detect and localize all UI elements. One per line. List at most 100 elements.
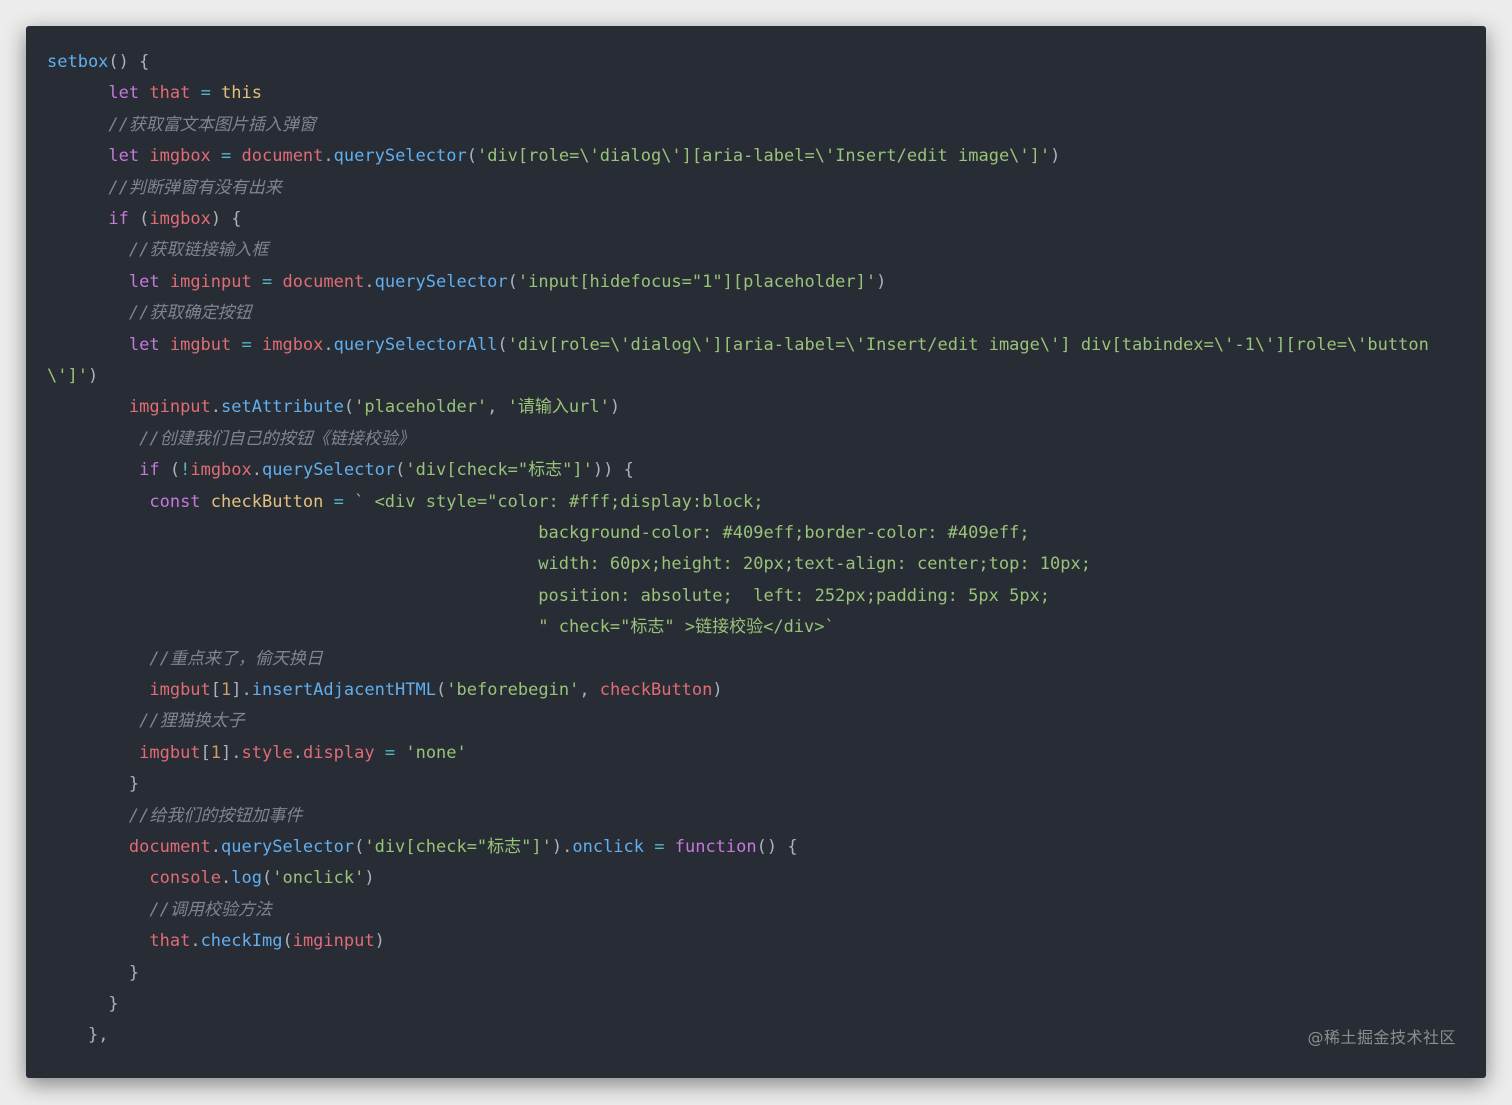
code-line: console.log('onclick'): [47, 863, 375, 894]
code-token-text: }: [128, 774, 140, 795]
code-token-keyword: function: [674, 837, 757, 857]
code-token-number: 1: [210, 742, 222, 763]
code-token-text: ): [609, 397, 621, 418]
code-token-text: (: [343, 397, 355, 418]
code-line: position: absolute; left: 252px;padding:…: [47, 581, 1050, 612]
code-token-comment: //获取链接输入框: [128, 240, 269, 261]
code-token-string: \']': [47, 366, 88, 386]
code-token-text: ): [364, 868, 375, 889]
code-token-text: (: [354, 837, 365, 857]
code-token-keyword: let: [108, 146, 150, 167]
code-token-variable: imgbox: [190, 460, 252, 481]
code-token-text: (: [436, 680, 447, 700]
code-line: //判断弹窗有没有出来: [47, 173, 281, 204]
code-token-variable: imgbut: [169, 334, 232, 355]
code-token-text: () {: [108, 52, 150, 72]
code-line: //狸猫换太子: [47, 706, 245, 737]
code-token-comment: //重点来了，偷天换日: [149, 648, 323, 669]
code-line: //重点来了，偷天换日: [47, 644, 323, 675]
code-token-function: checkImg: [200, 931, 283, 952]
code-line: }: [47, 769, 139, 800]
code-token-variable: document: [282, 271, 365, 292]
code-token-keyword: let: [108, 83, 150, 104]
code-token-function: querySelector: [221, 837, 355, 857]
watermark-label: @稀土掘金技术社区: [1307, 1028, 1456, 1047]
code-token-text: (: [128, 209, 150, 229]
code-token-string: 'div[role=\'dialog\'][aria-label=\'Inser…: [476, 146, 1051, 167]
code-token-variable: imgbox: [261, 334, 324, 355]
code-token-variable: imginput: [128, 397, 211, 418]
code-token-variable: imginput: [292, 931, 375, 952]
code-token-text: ,: [579, 680, 600, 700]
code-token-text: .: [323, 146, 334, 167]
code-line: " check="标志" >链接校验</div>`: [47, 612, 835, 643]
code-line: imginput.setAttribute('placeholder', '请输…: [47, 392, 620, 423]
code-line: setbox() {: [47, 47, 149, 78]
code-token-variable: that: [149, 83, 191, 104]
code-token-variable: console: [149, 868, 222, 889]
code-token-string: " check="标志" >链接校验</div>`: [538, 617, 835, 638]
code-line: //获取富文本图片插入弹窗: [47, 110, 316, 141]
code-line: //创建我们自己的按钮《链接校验》: [47, 424, 414, 455]
code-token-text: }: [128, 962, 140, 983]
code-token-variable: imgbox: [149, 209, 211, 229]
code-line: let imgbut = imgbox.querySelectorAll('di…: [47, 330, 1429, 361]
code-token-text: ): [876, 271, 887, 292]
code-token-text: (: [497, 334, 508, 355]
code-token-variable: style: [241, 742, 293, 763]
code-snippet-panel: setbox() { let that = this //获取富文本图片插入弹窗…: [26, 26, 1486, 1078]
code-token-function: onclick: [572, 837, 645, 857]
code-line: imgbut[1].insertAdjacentHTML('beforebegi…: [47, 675, 722, 706]
code-token-text: .: [221, 868, 232, 889]
code-line: },: [47, 1020, 108, 1051]
code-token-variable: that: [149, 931, 191, 952]
code-token-text: )) {: [592, 460, 634, 481]
code-token-text: (: [261, 868, 273, 889]
code-token-function: setbox: [47, 52, 109, 72]
code-token-text: .: [364, 271, 375, 292]
code-token-text: .: [210, 837, 222, 857]
code-line: background-color: #409eff;border-color: …: [47, 518, 1029, 549]
code-token-string: 'div[check="标志"]': [364, 837, 552, 857]
code-token-function: querySelector: [262, 460, 396, 481]
code-token-text: .: [251, 460, 263, 481]
code-token-string: 'div[check="标志"]': [405, 460, 593, 481]
code-token-comment: //狸猫换太子: [139, 711, 245, 732]
code-token-text: (: [395, 460, 406, 481]
code-token-string: 'beforebegin': [446, 680, 580, 700]
code-token-text: (: [466, 146, 477, 167]
code-token-keyword: const: [149, 491, 211, 512]
code-token-string: 'onclick': [272, 868, 365, 889]
code-line: imgbut[1].style.display = 'none': [47, 738, 467, 769]
code-line: }: [47, 989, 119, 1020]
code-token-function: querySelector: [374, 271, 508, 292]
code-token-comment: //获取富文本图片插入弹窗: [108, 114, 316, 135]
code-token-number: 1: [221, 680, 232, 700]
code-token-keyword: if: [139, 460, 160, 481]
code-token-this: this: [221, 83, 262, 104]
code-token-variable: imgbut: [139, 742, 201, 763]
code-line: //获取链接输入框: [47, 235, 268, 266]
code-token-operator: =: [644, 837, 675, 857]
code-token-text: [: [200, 742, 211, 763]
code-token-comment: //获取确定按钮: [128, 303, 252, 324]
code-token-text: }: [108, 994, 119, 1014]
code-token-text: ].: [231, 680, 252, 700]
code-token-operator: =: [251, 271, 283, 292]
code-token-this: checkButton: [210, 491, 324, 512]
